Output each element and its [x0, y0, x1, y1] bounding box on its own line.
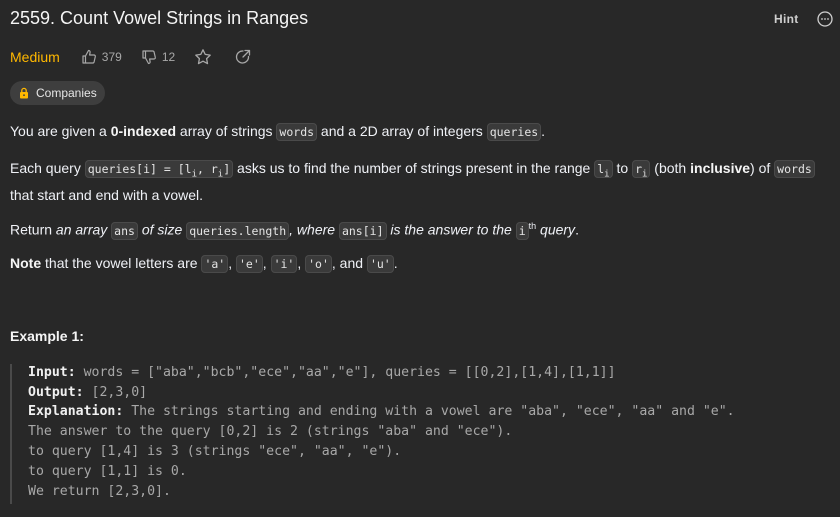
like-button[interactable]: 379 — [81, 49, 122, 65]
text: , — [262, 255, 271, 271]
inline-code: queries.length — [186, 221, 290, 240]
output-label: Output: — [28, 385, 84, 400]
inline-code: words — [774, 160, 815, 178]
text: that the vowel letters are — [41, 255, 202, 271]
explanation-value: The strings starting and ending with a v… — [123, 404, 735, 419]
explanation-line: We return [2,3,0]. — [28, 484, 171, 499]
share-button[interactable] — [234, 48, 252, 66]
explanation-line: The answer to the query [0,2] is 2 (stri… — [28, 424, 513, 439]
inline-code: li — [594, 160, 613, 179]
text: , — [297, 255, 306, 271]
description-paragraph-1: You are given a 0-indexed array of strin… — [10, 121, 834, 143]
text: . — [393, 255, 398, 271]
text: (both — [650, 160, 691, 176]
inline-code: ans[i] — [338, 221, 387, 240]
favorite-button[interactable] — [194, 48, 212, 66]
text: array of strings — [176, 123, 277, 139]
bold-text: 0-indexed — [110, 123, 177, 139]
bold-text: Note — [10, 255, 42, 271]
text: , — [228, 255, 236, 271]
explanation-line: to query [1,1] is 0. — [28, 464, 187, 479]
companies-button[interactable]: Companies — [10, 81, 105, 105]
star-icon — [195, 49, 212, 65]
input-value: words = ["aba","bcb","ece","aa","e"], qu… — [75, 365, 616, 380]
inline-code: 'i' — [270, 255, 298, 273]
inline-code: queries[i] = [li, ri] — [84, 160, 234, 179]
inline-code: 'o' — [305, 255, 332, 273]
inline-code: 'e' — [236, 255, 263, 273]
example-block: Input: words = ["aba","bcb","ece","aa","… — [10, 364, 840, 504]
inline-code: queries — [486, 123, 542, 141]
input-label: Input: — [28, 365, 76, 380]
companies-label: Companies — [36, 86, 97, 100]
description-paragraph-2: Each query queries[i] = [li, ri] asks us… — [10, 158, 834, 206]
italic-text: query — [536, 221, 576, 238]
example-input-line: Input: words = ["aba","bcb","ece","aa","… — [28, 365, 616, 380]
description-paragraph-4: Note that the vowel letters are 'a', 'e'… — [10, 253, 834, 275]
italic-text: of size — [137, 221, 187, 238]
example-output-line: Output: [2,3,0] — [28, 385, 147, 400]
inline-code: 'a' — [201, 255, 229, 273]
text: Each query — [10, 160, 85, 176]
explanation-label: Explanation: — [28, 404, 124, 419]
text: to — [612, 160, 633, 176]
thumbs-up-icon — [82, 49, 96, 64]
problem-title: 2559. Count Vowel Strings in Ranges — [10, 8, 309, 28]
italic-text: an array — [55, 221, 112, 238]
inline-code: 'u' — [366, 255, 394, 273]
inline-code: words — [276, 123, 318, 141]
dislike-count: 12 — [161, 50, 176, 64]
example-explanation-line: Explanation: The strings starting and en… — [28, 404, 735, 419]
lock-icon — [20, 87, 28, 99]
text: asks us to find the number of strings pr… — [233, 160, 595, 176]
explanation-line: to query [1,4] is 3 (strings "ece", "aa"… — [28, 444, 402, 459]
inline-code: i — [515, 221, 529, 240]
bold-text: inclusive — [690, 160, 751, 176]
hint-button[interactable]: Hint — [774, 12, 799, 26]
dislike-button[interactable]: 12 — [141, 49, 175, 65]
text: ) of — [750, 160, 775, 176]
superscript: th — [528, 221, 537, 231]
example-title: Example 1: — [10, 328, 84, 344]
text: You are given a — [10, 123, 111, 139]
text: that start and end with a vowel. — [10, 187, 203, 204]
share-icon — [236, 49, 251, 64]
meta-row: Medium 379 12 — [10, 47, 274, 67]
inline-code: ri — [632, 160, 651, 179]
text: . — [541, 123, 546, 139]
text: , and — [331, 255, 367, 271]
like-count: 379 — [101, 50, 122, 64]
difficulty-badge: Medium — [10, 49, 60, 65]
description-paragraph-3: Return an array ans of size queries.leng… — [10, 216, 834, 242]
italic-text: is the answer to the — [386, 221, 516, 238]
inline-code: ans — [111, 221, 138, 240]
output-value: [2,3,0] — [83, 385, 148, 400]
text: and a 2D array of integers — [317, 123, 487, 139]
italic-text: , where — [289, 221, 339, 238]
text: Return — [10, 221, 56, 238]
text: . — [575, 221, 579, 238]
more-circle-icon[interactable] — [817, 11, 833, 27]
problem-page: 2559. Count Vowel Strings in Ranges Hint… — [0, 0, 840, 517]
thumbs-down-icon — [142, 50, 156, 65]
